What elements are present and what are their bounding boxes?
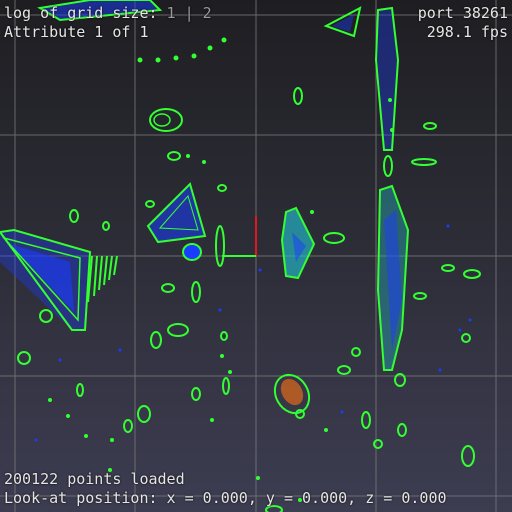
grid-size-label: log of grid size: bbox=[4, 4, 158, 22]
attribute-readout: Attribute 1 of 1 bbox=[4, 23, 149, 41]
point-cloud-scene[interactable] bbox=[0, 0, 512, 512]
grid-size-values: 1 | 2 bbox=[157, 4, 212, 22]
look-at-readout: Look-at position: x = 0.000, y = 0.000, … bbox=[4, 489, 447, 507]
cluster-left-triangle bbox=[0, 228, 118, 331]
cluster-center-cyan bbox=[280, 206, 316, 280]
look-at-axes bbox=[222, 216, 257, 257]
point-cloud-viewport[interactable]: log of grid size: 1 | 2 Attribute 1 of 1… bbox=[0, 0, 512, 512]
cluster-right-vertical bbox=[323, 6, 410, 371]
fps-readout: 298.1 fps bbox=[426, 23, 508, 41]
port-readout: port 38261 bbox=[417, 4, 508, 22]
points-loaded-readout: 200122 points loaded bbox=[4, 470, 185, 488]
grid-size-readout: log of grid size: 1 | 2 bbox=[4, 4, 212, 22]
cluster-mid-triangle bbox=[146, 182, 207, 261]
